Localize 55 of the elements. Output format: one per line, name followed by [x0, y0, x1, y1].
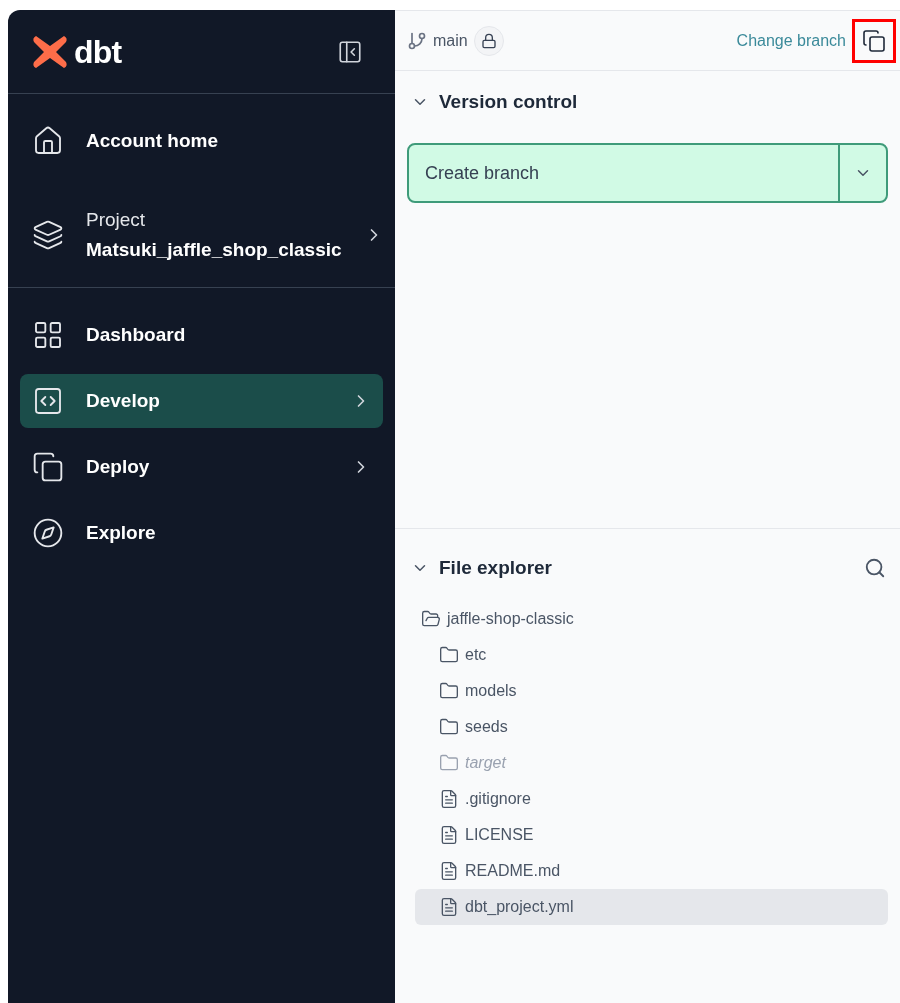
folder-icon	[439, 717, 459, 737]
tree-item[interactable]: etc	[415, 637, 888, 673]
tree-label: etc	[465, 645, 487, 665]
nav-label: Account home	[86, 128, 219, 153]
nav-item[interactable]: Dashboard	[8, 308, 395, 362]
house-icon	[32, 125, 64, 157]
search-button[interactable]	[864, 557, 886, 579]
tree-item[interactable]: models	[415, 673, 888, 709]
tree-label: target	[465, 753, 506, 773]
tree-item[interactable]: dbt_project.yml	[415, 889, 888, 925]
tree-item[interactable]: .gitignore	[415, 781, 888, 817]
nav-item[interactable]: Deploy	[8, 440, 395, 494]
section-header[interactable]: Version control	[407, 71, 888, 133]
folder-icon	[421, 609, 441, 629]
tree-label: dbt_project.yml	[465, 897, 574, 917]
code-window-icon	[32, 385, 64, 417]
file-icon	[439, 825, 459, 845]
branch-name: main	[433, 30, 468, 51]
nav-label: Develop	[86, 388, 161, 413]
squares-icon	[32, 451, 64, 483]
tree-item[interactable]: jaffle-shop-classic	[407, 601, 888, 637]
tree-item[interactable]: seeds	[415, 709, 888, 745]
section-header[interactable]: File explorer	[411, 553, 552, 583]
collapse-sidebar-button[interactable]	[337, 38, 363, 65]
logo-text: dbt	[74, 32, 122, 72]
grid-icon	[32, 319, 64, 351]
nav-item[interactable]: Project Matsuki_jaffle_shop_classic	[8, 183, 395, 287]
folder-icon	[439, 753, 459, 773]
file-icon	[439, 789, 459, 809]
nav-label: Deploy	[86, 454, 151, 479]
tree-label: jaffle-shop-classic	[447, 609, 574, 629]
file-icon	[439, 897, 459, 917]
tree-label: seeds	[465, 717, 508, 737]
copy-icon	[862, 28, 886, 53]
tree-label: .gitignore	[465, 789, 531, 809]
tree-item[interactable]: LICENSE	[415, 817, 888, 853]
nav-label: Project	[86, 208, 147, 232]
tree-label: README.md	[465, 861, 561, 881]
nav-label: Dashboard	[86, 322, 187, 347]
folder-icon	[439, 681, 459, 701]
folder-icon	[439, 645, 459, 665]
nav-item[interactable]: Explore	[8, 506, 395, 560]
tree-label: LICENSE	[465, 825, 534, 845]
copy-button[interactable]	[852, 18, 896, 63]
compass-icon	[32, 517, 64, 549]
stack-icon	[32, 219, 64, 251]
nav-item[interactable]: Develop	[20, 374, 383, 428]
tree-label: models	[465, 681, 517, 701]
nav-label: Explore	[86, 520, 157, 545]
branch-icon	[407, 30, 427, 51]
change-branch-link[interactable]: Change branch	[736, 28, 846, 53]
file-icon	[439, 861, 459, 881]
project-name: Matsuki_jaffle_shop_classic	[86, 238, 342, 262]
tree-item[interactable]: README.md	[415, 853, 888, 889]
nav-item[interactable]: Account home	[8, 114, 395, 168]
